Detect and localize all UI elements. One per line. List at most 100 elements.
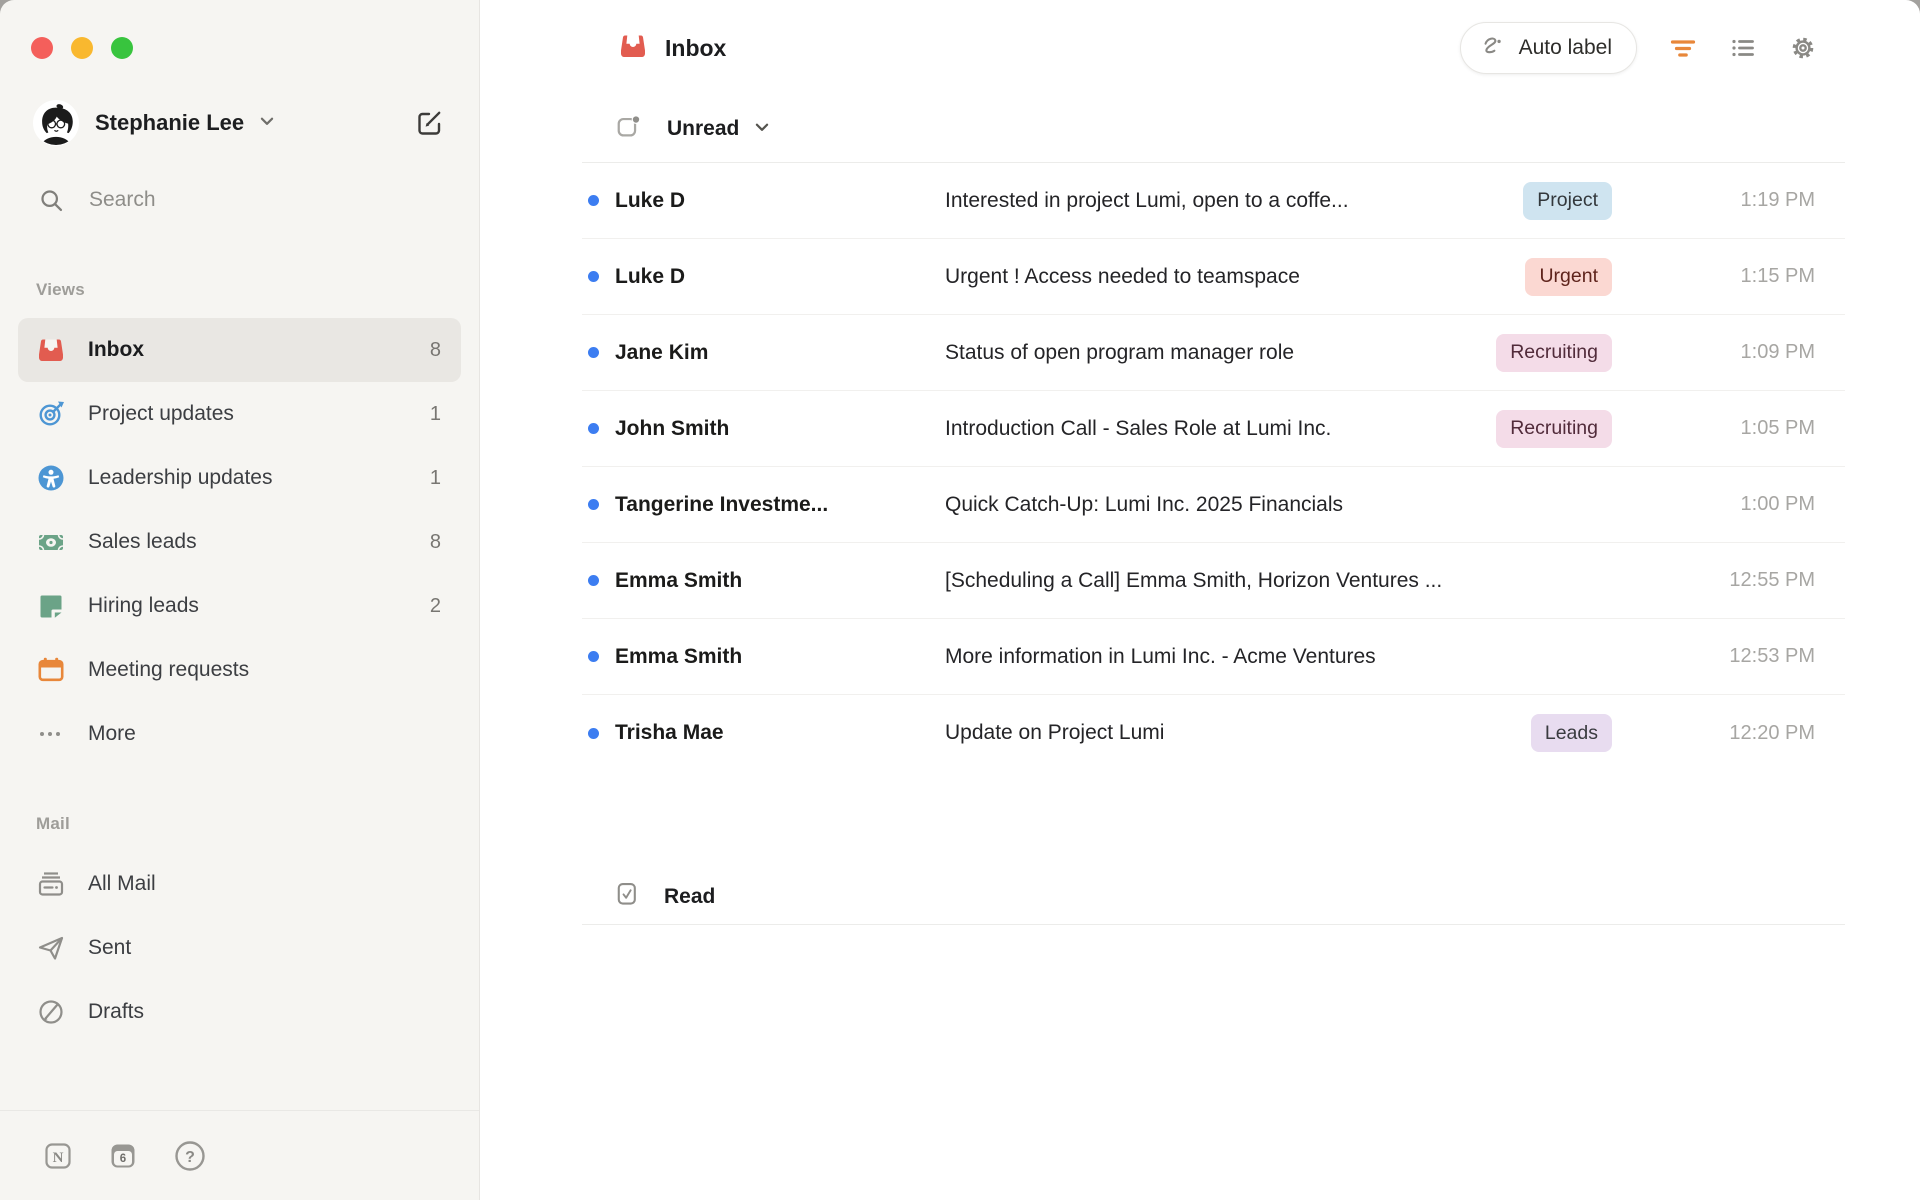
email-list: Luke D Interested in project Lumi, open …	[582, 163, 1845, 771]
sidebar-item-inbox[interactable]: Inbox 8	[18, 318, 461, 382]
email-time: 1:15 PM	[1740, 265, 1815, 287]
email-subject: More information in Lumi Inc. - Acme Ven…	[945, 644, 1376, 668]
email-tag: Urgent	[1525, 257, 1612, 296]
auto-label-text: Auto label	[1518, 36, 1612, 59]
sidebar-item-label: Meeting requests	[88, 658, 250, 681]
email-subject: Status of open program manager role	[945, 340, 1295, 364]
sidebar-item-drafts[interactable]: Drafts	[18, 980, 461, 1044]
sidebar-item-meeting-requests[interactable]: Meeting requests	[18, 638, 461, 702]
inbox-icon	[618, 31, 648, 66]
unread-count: 8	[429, 338, 441, 361]
sidebar-item-leadership-updates[interactable]: Leadership updates 1	[18, 446, 461, 510]
page-title: Inbox	[665, 34, 727, 61]
email-subject: Quick Catch-Up: Lumi Inc. 2025 Financial…	[945, 492, 1344, 516]
ellipsis-icon	[36, 719, 66, 749]
chevron-down-icon[interactable]	[258, 112, 276, 135]
sidebar-item-label: Sent	[88, 936, 132, 959]
auto-label-icon	[1479, 33, 1507, 64]
main-header: Inbox Auto label	[480, 0, 1920, 96]
unread-section-header[interactable]: Unread	[582, 96, 1845, 163]
email-row[interactable]: Jane Kim Status of open program manager …	[582, 315, 1845, 391]
email-sender: Luke D	[615, 264, 686, 288]
views-list: Inbox 8 Project updates 1 Leadership upd…	[0, 318, 479, 766]
unread-dot	[588, 423, 599, 434]
avatar	[33, 100, 79, 146]
email-row[interactable]: Trisha Mae Update on Project Lumi Leads …	[582, 695, 1845, 771]
calendar-icon	[36, 655, 66, 685]
sidebar-footer: N 6 ?	[0, 1110, 479, 1200]
email-subject: Introduction Call - Sales Role at Lumi I…	[945, 416, 1332, 440]
sidebar-item-sent[interactable]: Sent	[18, 916, 461, 980]
draft-pencil-icon	[36, 997, 66, 1027]
email-sender: Trisha Mae	[615, 721, 724, 744]
email-row[interactable]: John Smith Introduction Call - Sales Rol…	[582, 391, 1845, 467]
email-subject: [Scheduling a Call] Emma Smith, Horizon …	[945, 568, 1443, 592]
search-label: Search	[89, 188, 156, 211]
search[interactable]: Search	[38, 182, 479, 218]
svg-text:N: N	[53, 1150, 64, 1166]
sidebar-item-hiring-leads[interactable]: Hiring leads 2	[18, 574, 461, 638]
user-name[interactable]: Stephanie Lee	[95, 110, 244, 136]
list-view-icon[interactable]	[1726, 31, 1760, 65]
email-subject: Update on Project Lumi	[945, 721, 1165, 744]
read-section-label: Read	[664, 884, 716, 908]
unread-dot	[588, 271, 599, 282]
email-row[interactable]: Luke D Interested in project Lumi, open …	[582, 163, 1845, 239]
inbox-icon	[36, 335, 66, 365]
email-time: 12:55 PM	[1729, 569, 1815, 591]
sidebar-item-project-updates[interactable]: Project updates 1	[18, 382, 461, 446]
email-time: 12:53 PM	[1729, 645, 1815, 667]
inbox-view: Inbox Auto label Unread Luke D Intereste…	[480, 0, 1920, 1200]
close-window-button[interactable]	[31, 37, 53, 59]
read-checkbox-icon	[614, 881, 640, 912]
search-icon	[41, 189, 63, 211]
sidebar-item-label: Inbox	[88, 338, 144, 361]
email-subject: Urgent ! Access needed to teamspace	[945, 264, 1300, 288]
sidebar-item-sales-leads[interactable]: Sales leads 8	[18, 510, 461, 574]
filter-icon[interactable]	[1666, 31, 1700, 65]
email-tag: Leads	[1530, 714, 1612, 752]
sidebar-item-label: Hiring leads	[88, 594, 199, 617]
unread-count: 2	[429, 594, 441, 617]
mail-list: All Mail Sent Drafts	[0, 852, 479, 1044]
unread-dot	[588, 195, 599, 206]
sidebar-item-label: Leadership updates	[88, 466, 273, 489]
email-subject: Interested in project Lumi, open to a co…	[945, 188, 1349, 212]
sidebar-item-all-mail[interactable]: All Mail	[18, 852, 461, 916]
compose-button[interactable]	[414, 108, 444, 138]
email-row[interactable]: Luke D Urgent ! Access needed to teamspa…	[582, 239, 1845, 315]
svg-text:?: ?	[185, 1149, 195, 1166]
account-switcher: Stephanie Lee	[0, 97, 479, 149]
email-row[interactable]: Emma Smith More information in Lumi Inc.…	[582, 619, 1845, 695]
views-section-header: Views	[36, 280, 85, 299]
zoom-window-button[interactable]	[111, 37, 133, 59]
calendar-day-number: 6	[120, 1153, 126, 1165]
email-row[interactable]: Tangerine Investme... Quick Catch-Up: Lu…	[582, 467, 1845, 543]
notion-logo-icon[interactable]: N	[43, 1141, 73, 1171]
minimize-window-button[interactable]	[71, 37, 93, 59]
paper-plane-icon	[36, 933, 66, 963]
mail-section-header: Mail	[36, 814, 70, 833]
email-tag: Project	[1523, 181, 1612, 220]
app-window: Stephanie Lee Search Views Inbox 8 Proje…	[0, 0, 1920, 1200]
calendar-app-icon[interactable]: 6	[108, 1141, 138, 1171]
unread-section-label: Unread	[667, 117, 740, 140]
email-row[interactable]: Emma Smith [Scheduling a Call] Emma Smit…	[582, 543, 1845, 619]
email-sender: Luke D	[615, 188, 686, 212]
help-icon[interactable]: ?	[173, 1139, 207, 1173]
sidebar-item-label: Drafts	[88, 1000, 145, 1023]
target-icon	[36, 399, 66, 429]
person-circle-icon	[36, 463, 66, 493]
read-section-header[interactable]: Read	[582, 869, 1845, 925]
auto-label-button[interactable]: Auto label	[1459, 22, 1637, 74]
window-controls	[0, 0, 479, 59]
sidebar-item-more[interactable]: More	[18, 702, 461, 766]
email-sender: John Smith	[615, 416, 730, 440]
email-tag: Recruiting	[1496, 409, 1612, 448]
email-sender: Tangerine Investme...	[615, 492, 829, 516]
unread-dot	[588, 651, 599, 662]
email-sender: Emma Smith	[615, 644, 743, 668]
sidebar-item-label: Project updates	[88, 402, 234, 425]
unread-count: 1	[429, 466, 441, 489]
settings-gear-icon[interactable]	[1786, 31, 1820, 65]
